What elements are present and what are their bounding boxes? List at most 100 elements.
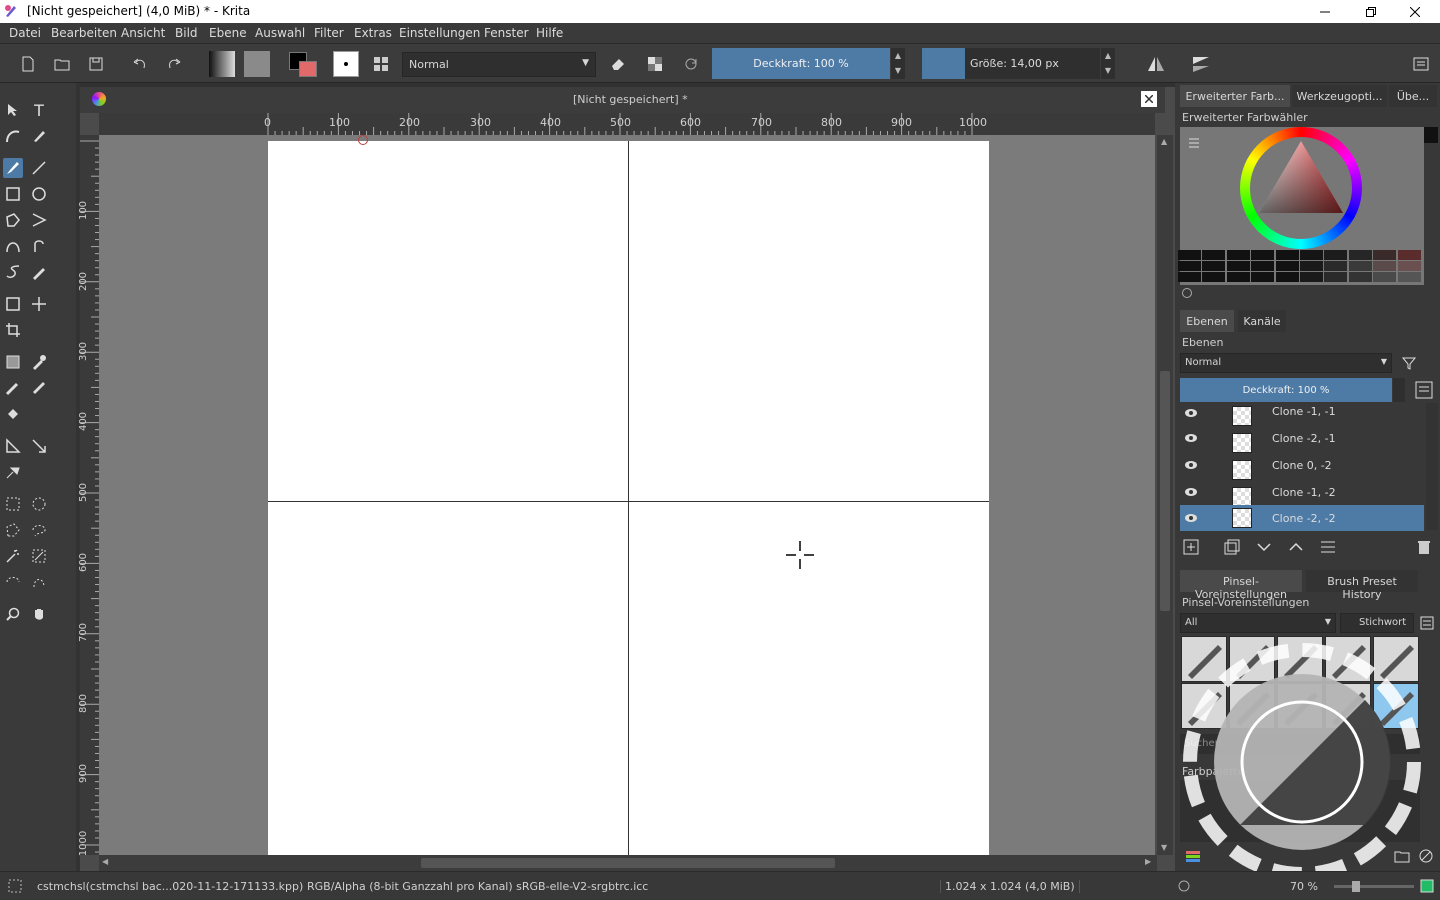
tab-channels[interactable]: Kanäle xyxy=(1238,310,1286,332)
color-triangle[interactable] xyxy=(1240,127,1362,249)
brush-preset-button[interactable] xyxy=(333,51,359,77)
size-slider-fill[interactable] xyxy=(922,48,965,79)
menu-ansicht[interactable]: Ansicht xyxy=(121,26,165,40)
menu-fenster[interactable]: Fenster xyxy=(484,26,529,40)
canvas[interactable] xyxy=(268,135,989,855)
magnetic-select-tool-icon[interactable] xyxy=(29,572,49,592)
contiguous-select-tool-icon[interactable] xyxy=(3,546,23,566)
restore-button[interactable] xyxy=(1348,0,1394,23)
bezier-tool-icon[interactable] xyxy=(3,236,23,256)
layer-opacity-slider[interactable]: Deckkraft: 100 % xyxy=(1180,378,1392,402)
tab-tool-options[interactable]: Werkzeugopti... xyxy=(1292,85,1387,107)
color-swatch[interactable] xyxy=(1397,272,1421,282)
close-document-button[interactable] xyxy=(1141,91,1157,107)
color-swatch[interactable] xyxy=(1275,272,1299,282)
multibrush-tool-icon[interactable] xyxy=(29,262,49,282)
move-tool-icon[interactable] xyxy=(29,294,49,314)
color-swatch[interactable] xyxy=(1300,250,1323,260)
opacity-slider[interactable]: Deckkraft: 100 % xyxy=(712,48,890,79)
color-swatch[interactable] xyxy=(1202,272,1226,282)
select-shapes-tool-icon[interactable] xyxy=(3,100,23,120)
color-swatch[interactable] xyxy=(1226,272,1250,282)
zoom-tool-icon[interactable] xyxy=(3,604,23,624)
scroll-right-arrow-icon[interactable]: ▶ xyxy=(1145,857,1151,866)
color-swatch[interactable] xyxy=(1202,261,1226,271)
color-swatch[interactable] xyxy=(1373,261,1397,271)
horizontal-scroll-thumb[interactable] xyxy=(421,858,835,868)
color-swatch[interactable] xyxy=(1226,250,1250,260)
similar-select-tool-icon[interactable] xyxy=(29,546,49,566)
color-swatch[interactable] xyxy=(1373,250,1397,260)
filter-icon[interactable] xyxy=(1402,356,1416,370)
color-swatch[interactable] xyxy=(1251,250,1275,260)
line-tool-icon[interactable] xyxy=(29,158,49,178)
menu-datei[interactable]: Datei xyxy=(9,26,41,40)
color-swatch[interactable] xyxy=(1324,261,1348,271)
open-document-icon[interactable] xyxy=(51,53,73,75)
redo-icon[interactable] xyxy=(163,53,185,75)
perspective-tool-icon[interactable] xyxy=(29,436,49,456)
text-tool-icon[interactable]: T xyxy=(29,100,49,120)
menu-filter[interactable]: Filter xyxy=(314,26,344,40)
scroll-down-arrow-icon[interactable]: ▼ xyxy=(1161,843,1167,852)
layers-scrollbar[interactable] xyxy=(1426,403,1438,530)
layer-properties-icon[interactable] xyxy=(1415,381,1433,399)
menu-hilfe[interactable]: Hilfe xyxy=(536,26,563,40)
eye-icon[interactable] xyxy=(1184,406,1198,420)
move-layer-down-icon[interactable] xyxy=(1256,539,1272,555)
ellipse-tool-icon[interactable] xyxy=(29,184,49,204)
smart-patch-tool-icon[interactable] xyxy=(3,378,23,398)
layer-row-selected[interactable]: Clone -2, -2 xyxy=(1180,505,1424,531)
menu-bearbeiten[interactable]: Bearbeiten xyxy=(51,26,117,40)
color-swatch[interactable] xyxy=(1300,272,1323,282)
color-swatch[interactable] xyxy=(1275,250,1299,260)
vertical-scroll-thumb[interactable] xyxy=(1160,371,1170,611)
pan-tool-icon[interactable] xyxy=(29,604,49,624)
color-swatch[interactable] xyxy=(1324,250,1348,260)
brush-filter-select[interactable]: All ▼ xyxy=(1180,613,1336,633)
color-swatch[interactable] xyxy=(1397,250,1421,260)
color-swatch[interactable] xyxy=(1251,272,1275,282)
new-document-icon[interactable] xyxy=(17,53,39,75)
eye-icon[interactable] xyxy=(1184,458,1198,472)
mirror-horizontal-icon[interactable] xyxy=(1145,53,1167,75)
menu-einstellungen[interactable]: Einstellungen xyxy=(399,26,480,40)
color-swatch[interactable] xyxy=(1373,272,1397,282)
tab-brush-history[interactable]: Brush Preset History xyxy=(1306,570,1418,601)
size-spin[interactable]: ▲ ▼ xyxy=(1101,48,1115,79)
preserve-alpha-icon[interactable] xyxy=(644,53,666,75)
color-swatch[interactable] xyxy=(1178,261,1201,271)
blend-mode-select[interactable]: Normal ▼ xyxy=(402,52,596,77)
fit-canvas-icon[interactable] xyxy=(1420,879,1434,893)
workspace-icon[interactable] xyxy=(1410,53,1432,75)
menu-auswahl[interactable]: Auswahl xyxy=(255,26,305,40)
tab-layers[interactable]: Ebenen xyxy=(1180,310,1234,332)
background-color-swatch[interactable] xyxy=(299,61,317,77)
refresh-icon[interactable] xyxy=(1181,287,1193,299)
rectangle-tool-icon[interactable] xyxy=(3,184,23,204)
assistant-tool-icon[interactable] xyxy=(29,378,49,398)
color-swatch[interactable] xyxy=(1348,261,1372,271)
brush-view-icon[interactable] xyxy=(1420,616,1434,630)
undo-icon[interactable] xyxy=(129,53,151,75)
fill-tool-icon[interactable] xyxy=(3,404,23,424)
measure-tool-icon[interactable] xyxy=(3,436,23,456)
rotate-canvas-icon[interactable] xyxy=(1177,879,1191,893)
save-document-icon[interactable] xyxy=(85,53,107,75)
gradient-tool-icon[interactable] xyxy=(3,352,23,372)
reference-tool-icon[interactable] xyxy=(3,462,23,482)
bezier-select-tool-icon[interactable] xyxy=(3,572,23,592)
zoom-slider[interactable] xyxy=(1334,885,1414,888)
layer-settings-icon[interactable] xyxy=(1320,539,1336,555)
rect-select-tool-icon[interactable] xyxy=(3,494,23,514)
scroll-left-arrow-icon[interactable]: ◀ xyxy=(102,857,108,866)
color-swatch[interactable] xyxy=(1300,261,1323,271)
add-layer-icon[interactable] xyxy=(1183,539,1199,555)
eye-icon[interactable] xyxy=(1184,431,1198,445)
eye-icon[interactable] xyxy=(1184,511,1198,525)
layer-row[interactable]: Clone -1, -1 xyxy=(1180,403,1424,429)
edit-shapes-tool-icon[interactable] xyxy=(3,126,23,146)
menu-extras[interactable]: Extras xyxy=(354,26,392,40)
freehand-brush-tool-icon[interactable] xyxy=(3,158,23,178)
color-swatch[interactable] xyxy=(1178,272,1201,282)
